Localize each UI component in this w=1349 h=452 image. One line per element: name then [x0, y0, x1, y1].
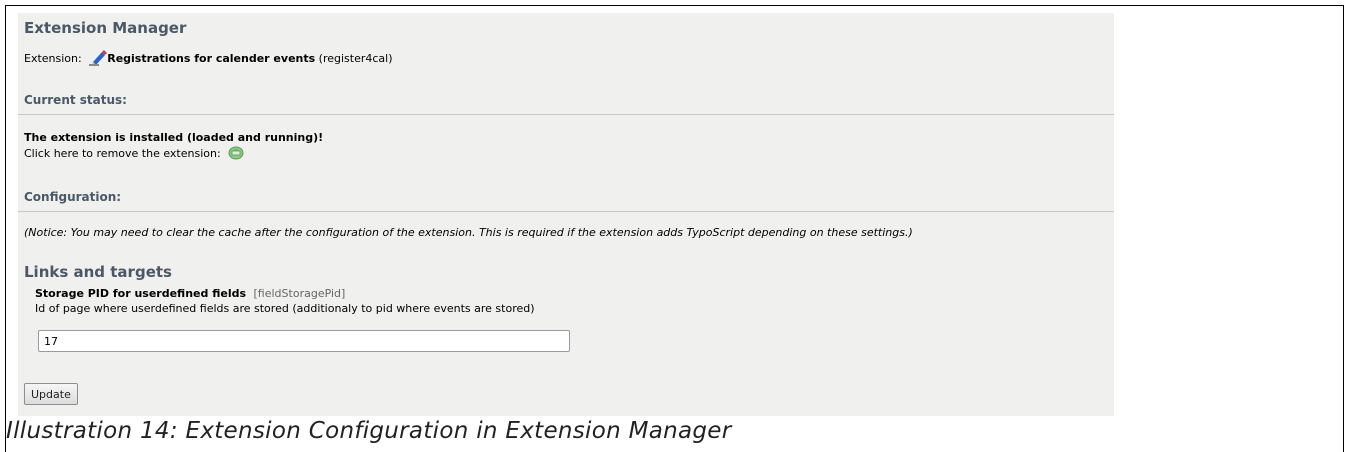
configuration-divider — [18, 211, 1114, 212]
extension-prefix-label: Extension: — [24, 52, 82, 65]
frame-right-border — [1343, 5, 1344, 452]
remove-extension-line: Click here to remove the extension: — [24, 146, 244, 160]
frame-top-border — [5, 5, 1344, 6]
storage-pid-description: Id of page where userdefined fields are … — [35, 302, 535, 315]
extension-key: (register4cal) — [318, 52, 393, 65]
remove-extension-icon[interactable] — [228, 146, 244, 160]
status-heading: Current status: — [24, 93, 127, 107]
illustration-caption: Illustration 14: Extension Configuration… — [6, 418, 732, 444]
configuration-heading: Configuration: — [24, 190, 122, 204]
storage-pid-label: Storage PID for userdefined fields — [35, 287, 247, 300]
frame-left-border — [5, 5, 6, 452]
storage-pid-label-line: Storage PID for userdefined fields [fiel… — [35, 287, 345, 300]
extension-pencil-icon — [89, 50, 108, 66]
update-button[interactable]: Update — [24, 383, 78, 405]
storage-pid-key: [fieldStoragePid] — [253, 287, 346, 300]
extension-name: Registrations for calender events — [107, 52, 316, 65]
extension-manager-panel: Extension Manager Extension: Registratio… — [18, 13, 1114, 416]
installed-status-text: The extension is installed (loaded and r… — [24, 131, 324, 144]
status-divider — [18, 114, 1114, 115]
links-targets-heading: Links and targets — [24, 263, 172, 281]
extension-line: Extension: Registrations for calender ev… — [24, 50, 393, 66]
remove-extension-label: Click here to remove the extension: — [24, 147, 221, 160]
page-title: Extension Manager — [24, 19, 187, 37]
configuration-notice: (Notice: You may need to clear the cache… — [24, 226, 913, 239]
storage-pid-input[interactable] — [38, 330, 570, 352]
